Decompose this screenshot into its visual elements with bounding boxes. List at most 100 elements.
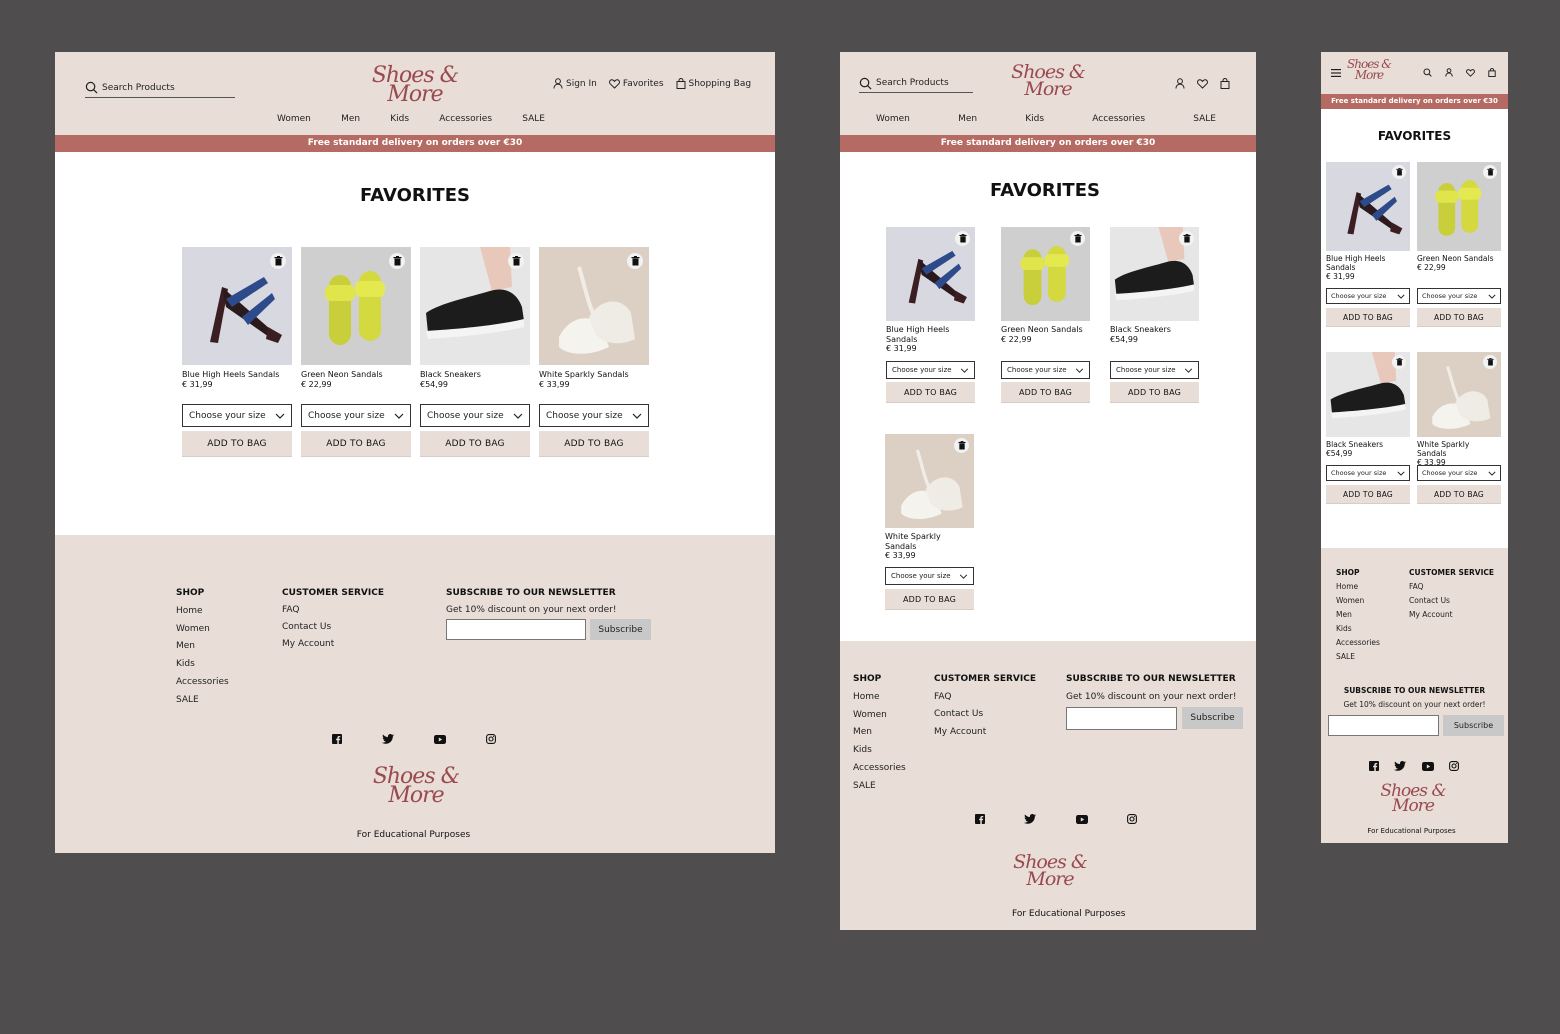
brand-logo[interactable]: Shoes & More — [1343, 58, 1395, 80]
product-image[interactable] — [1110, 227, 1199, 321]
product-name[interactable]: White Sparkly Sandals — [1417, 440, 1501, 458]
footer-link-men[interactable]: Men — [853, 724, 906, 742]
remove-favorite-button[interactable] — [954, 438, 969, 453]
product-name[interactable]: Green Neon Sandals — [1417, 254, 1501, 263]
product-image[interactable] — [182, 247, 292, 365]
nav-accessories[interactable]: Accessories — [439, 114, 492, 124]
add-to-bag-button[interactable]: ADD TO BAG — [420, 431, 530, 457]
size-select[interactable]: Choose your size — [420, 404, 530, 427]
newsletter-email-input[interactable] — [1066, 707, 1177, 730]
footer-link-men[interactable]: Men — [176, 638, 229, 656]
footer-link-men[interactable]: Men — [1336, 608, 1380, 622]
remove-favorite-button[interactable] — [1070, 231, 1085, 246]
size-select[interactable]: Choose your size — [182, 404, 292, 427]
product-name[interactable]: Green Neon Sandals — [1001, 325, 1090, 335]
footer-link-kids[interactable]: Kids — [1336, 622, 1380, 636]
product-image[interactable] — [1001, 227, 1090, 321]
size-select[interactable]: Choose your size — [1417, 288, 1501, 304]
footer-link-faq[interactable]: FAQ — [934, 689, 1036, 707]
favorites-link[interactable]: Favorites — [608, 79, 664, 89]
add-to-bag-button[interactable]: ADD TO BAG — [539, 431, 649, 457]
product-name[interactable]: Green Neon Sandals — [301, 370, 411, 380]
add-to-bag-button[interactable]: ADD TO BAG — [1417, 308, 1501, 327]
subscribe-button[interactable]: Subscribe — [590, 619, 651, 640]
menu-icon[interactable] — [1331, 69, 1341, 77]
product-image[interactable] — [885, 434, 974, 528]
product-image[interactable] — [886, 227, 975, 321]
nav-men[interactable]: Men — [341, 114, 360, 124]
instagram-icon[interactable] — [1449, 761, 1459, 771]
twitter-icon[interactable] — [1024, 814, 1037, 824]
footer-link-accessories[interactable]: Accessories — [1336, 636, 1380, 650]
footer-link-contact[interactable]: Contact Us — [282, 619, 384, 636]
heart-icon[interactable] — [1197, 78, 1208, 89]
product-name[interactable]: Black Sneakers — [1326, 440, 1410, 449]
size-select[interactable]: Choose your size — [1326, 288, 1410, 304]
instagram-icon[interactable] — [486, 734, 496, 744]
footer-link-women[interactable]: Women — [176, 621, 229, 639]
add-to-bag-button[interactable]: ADD TO BAG — [1326, 308, 1410, 327]
footer-link-kids[interactable]: Kids — [176, 656, 229, 674]
footer-link-women[interactable]: Women — [1336, 594, 1380, 608]
footer-link-kids[interactable]: Kids — [853, 742, 906, 760]
remove-favorite-button[interactable] — [1392, 355, 1406, 369]
product-name[interactable]: Blue High Heels Sandals — [886, 325, 975, 344]
nav-sale[interactable]: SALE — [1193, 114, 1216, 124]
brand-logo[interactable]: Shoes & More — [1000, 63, 1096, 98]
search-icon[interactable] — [1423, 68, 1432, 77]
footer-link-home[interactable]: Home — [176, 603, 229, 621]
nav-men[interactable]: Men — [958, 114, 977, 124]
product-name[interactable]: Blue High Heels Sandals — [182, 370, 292, 380]
product-image[interactable] — [301, 247, 411, 365]
product-image[interactable] — [1417, 352, 1501, 437]
footer-link-account[interactable]: My Account — [934, 724, 1036, 742]
search-input[interactable]: Search Products — [85, 78, 235, 98]
product-name[interactable]: Black Sneakers — [1110, 325, 1199, 335]
youtube-icon[interactable] — [434, 734, 446, 744]
product-image[interactable] — [539, 247, 649, 365]
footer-link-account[interactable]: My Account — [1409, 608, 1494, 622]
size-select[interactable]: Choose your size — [1326, 465, 1410, 481]
nav-kids[interactable]: Kids — [390, 114, 409, 124]
add-to-bag-button[interactable]: ADD TO BAG — [1001, 382, 1090, 403]
product-image[interactable] — [420, 247, 530, 365]
footer-link-sale[interactable]: SALE — [176, 692, 229, 710]
product-name[interactable]: White Sparkly Sandals — [539, 370, 649, 380]
footer-link-faq[interactable]: FAQ — [1409, 580, 1494, 594]
nav-sale[interactable]: SALE — [522, 114, 545, 124]
remove-favorite-button[interactable] — [508, 253, 524, 269]
newsletter-email-input[interactable] — [1328, 715, 1439, 736]
nav-women[interactable]: Women — [876, 114, 910, 124]
shopping-bag-icon[interactable] — [1488, 68, 1496, 77]
footer-link-faq[interactable]: FAQ — [282, 602, 384, 619]
user-icon[interactable] — [1445, 68, 1453, 77]
shopping-bag-icon[interactable] — [1220, 78, 1230, 89]
subscribe-button[interactable]: Subscribe — [1443, 715, 1504, 736]
size-select[interactable]: Choose your size — [885, 567, 974, 585]
youtube-icon[interactable] — [1075, 814, 1088, 824]
heart-icon[interactable] — [1466, 68, 1475, 77]
size-select[interactable]: Choose your size — [1417, 465, 1501, 481]
product-name[interactable]: Blue High Heels Sandals — [1326, 254, 1410, 272]
remove-favorite-button[interactable] — [1392, 165, 1406, 179]
remove-favorite-button[interactable] — [1483, 165, 1497, 179]
add-to-bag-button[interactable]: ADD TO BAG — [1110, 382, 1199, 403]
size-select[interactable]: Choose your size — [301, 404, 411, 427]
nav-accessories[interactable]: Accessories — [1092, 114, 1145, 124]
remove-favorite-button[interactable] — [270, 253, 286, 269]
nav-women[interactable]: Women — [277, 114, 311, 124]
size-select[interactable]: Choose your size — [886, 361, 975, 379]
size-select[interactable]: Choose your size — [1001, 361, 1090, 379]
add-to-bag-button[interactable]: ADD TO BAG — [301, 431, 411, 457]
footer-link-contact[interactable]: Contact Us — [1409, 594, 1494, 608]
footer-link-accessories[interactable]: Accessories — [853, 760, 906, 778]
footer-link-contact[interactable]: Contact Us — [934, 706, 1036, 724]
footer-link-sale[interactable]: SALE — [853, 778, 906, 796]
search-input[interactable]: Search Products — [859, 74, 973, 93]
subscribe-button[interactable]: Subscribe — [1182, 707, 1243, 729]
product-image[interactable] — [1326, 352, 1410, 437]
footer-link-women[interactable]: Women — [853, 707, 906, 725]
footer-link-account[interactable]: My Account — [282, 636, 384, 653]
facebook-icon[interactable] — [332, 734, 342, 744]
user-icon[interactable] — [1175, 78, 1185, 89]
